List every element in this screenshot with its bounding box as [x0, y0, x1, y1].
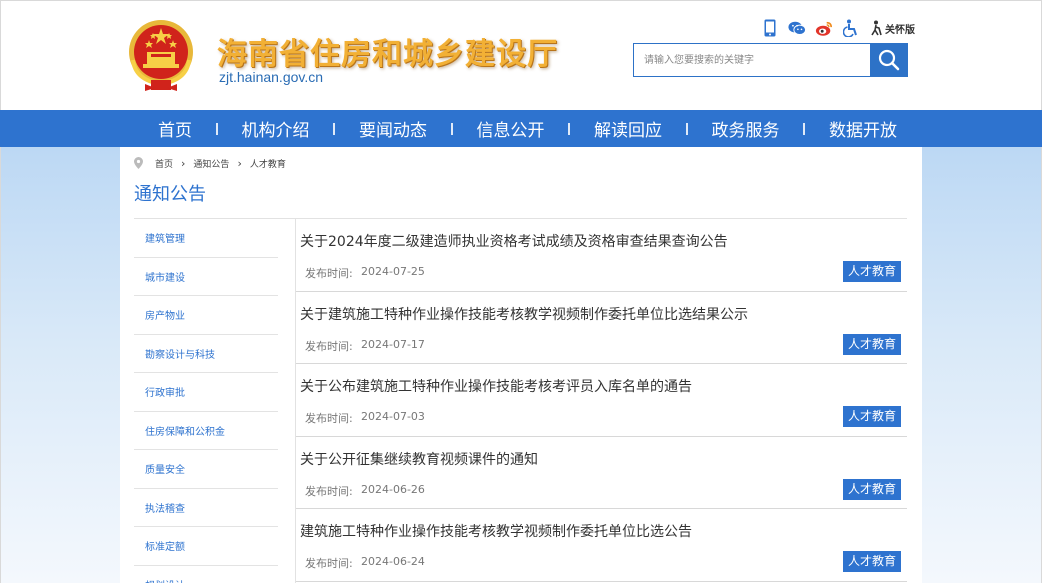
sidebar-item-urban-construction[interactable]: 城市建设: [134, 258, 278, 296]
accessibility-icon[interactable]: [842, 18, 860, 38]
elder-care-icon: [871, 20, 882, 36]
category-tag[interactable]: 人才教育: [842, 551, 901, 572]
sidebar: 建筑管理 城市建设 房产物业 勘察设计与科技 行政审批 住房保障和公积金 质量安…: [134, 219, 278, 583]
nav-divider: [685, 122, 688, 135]
notice-title[interactable]: 关于建筑施工特种作业操作技能考核教学视频制作委托单位比选结果公示: [300, 304, 748, 324]
sidebar-item-quality-safety[interactable]: 质量安全: [134, 450, 278, 489]
date-label: 发布时间:: [305, 412, 353, 425]
notice-date: 2024-07-03: [361, 410, 425, 423]
notice-title[interactable]: 关于2024年度二级建造师执业资格考试成绩及资格审查结果查询公告: [300, 231, 728, 251]
breadcrumb-home[interactable]: 首页: [155, 157, 173, 170]
notice-date: 2024-06-26: [361, 482, 425, 496]
nav-divider: [568, 122, 571, 135]
notice-title[interactable]: 关于公布建筑施工特种作业操作技能考核考评员入库名单的通告: [300, 376, 692, 396]
date-label: 发布时间:: [305, 267, 353, 280]
notice-title[interactable]: 关于公开征集继续教育视频课件的通知: [300, 449, 538, 469]
nav-item-home[interactable]: 首页: [119, 116, 192, 141]
notice-date: 2024-07-25: [361, 265, 425, 278]
nav-item-about[interactable]: 机构介绍: [242, 116, 310, 141]
nav-divider: [215, 122, 218, 135]
notice-date: 2024-06-24: [361, 555, 425, 568]
date-label: 发布时间:: [305, 557, 353, 570]
header-tools: 关怀版: [761, 17, 915, 39]
nav-item-interpretation[interactable]: 解读回应: [594, 116, 662, 141]
nav-divider: [803, 122, 806, 135]
category-tag[interactable]: 人才教育: [842, 261, 901, 282]
weibo-icon[interactable]: [815, 18, 833, 38]
list-item[interactable]: 关于公布建筑施工特种作业操作技能考核考评员入库名单的通告 发布时间: 2024-…: [296, 364, 907, 437]
nav-item-open-data[interactable]: 数据开放: [829, 116, 921, 141]
site-header: 海南省住房和城乡建设厅 zjt.hainan.gov.cn 关怀版: [0, 0, 1042, 110]
sidebar-item-administrative-approval[interactable]: 行政审批: [134, 373, 278, 412]
nav-divider: [333, 122, 336, 135]
list-item[interactable]: 建筑施工特种作业操作技能考核教学视频制作委托单位比选公告 发布时间: 2024-…: [296, 509, 907, 582]
care-mode-label: 关怀版: [885, 24, 915, 36]
nav-item-disclosure[interactable]: 信息公开: [477, 116, 545, 141]
category-tag[interactable]: 人才教育: [842, 333, 901, 355]
national-emblem-icon[interactable]: [125, 18, 197, 92]
list-item[interactable]: 关于建筑施工特种作业操作技能考核教学视频制作委托单位比选结果公示 发布时间: 2…: [296, 292, 907, 364]
sidebar-item-housing-security[interactable]: 住房保障和公积金: [134, 412, 278, 450]
sidebar-item-standard-quota[interactable]: 标准定额: [134, 527, 278, 566]
date-label: 发布时间:: [305, 339, 353, 353]
sidebar-item-real-estate[interactable]: 房产物业: [134, 296, 278, 335]
chevron-right-icon: ›: [237, 156, 242, 170]
notice-list: 关于2024年度二级建造师执业资格考试成绩及资格审查结果查询公告 发布时间: 2…: [296, 219, 907, 582]
site-url: zjt.hainan.gov.cn: [219, 69, 324, 85]
search-input[interactable]: [633, 43, 870, 77]
wechat-icon[interactable]: [788, 18, 806, 38]
nav-divider: [450, 122, 453, 135]
nav-item-services[interactable]: 政务服务: [712, 116, 780, 141]
sidebar-item-building-management[interactable]: 建筑管理: [134, 219, 278, 258]
search-bar: [633, 43, 908, 77]
location-pin-icon: [134, 157, 143, 169]
care-mode-button[interactable]: 关怀版: [869, 20, 915, 36]
category-tag[interactable]: 人才教育: [842, 406, 901, 427]
notice-title[interactable]: 建筑施工特种作业操作技能考核教学视频制作委托单位比选公告: [300, 521, 692, 541]
breadcrumb: 首页 › 通知公告 › 人才教育: [134, 156, 286, 170]
page-title: 通知公告: [134, 184, 206, 205]
date-label: 发布时间:: [305, 484, 353, 498]
main-nav: 首页 机构介绍 要闻动态 信息公开 解读回应 政务服务 数据开放: [0, 110, 1042, 147]
breadcrumb-notices[interactable]: 通知公告: [193, 157, 229, 170]
category-tag[interactable]: 人才教育: [842, 478, 901, 500]
nav-item-news[interactable]: 要闻动态: [359, 116, 427, 141]
sidebar-item-planning-design[interactable]: 规划设计: [134, 566, 278, 583]
search-button[interactable]: [870, 43, 908, 77]
chevron-right-icon: ›: [181, 156, 186, 170]
list-item[interactable]: 关于2024年度二级建造师执业资格考试成绩及资格审查结果查询公告 发布时间: 2…: [296, 219, 907, 292]
notice-date: 2024-07-17: [361, 337, 425, 351]
search-icon: [878, 49, 900, 71]
sidebar-item-survey-design[interactable]: 勘察设计与科技: [134, 335, 278, 373]
list-item[interactable]: 关于公开征集继续教育视频课件的通知 发布时间: 2024-06-26 人才教育: [296, 437, 907, 509]
mobile-icon[interactable]: [761, 18, 779, 38]
site-title[interactable]: 海南省住房和城乡建设厅: [217, 29, 558, 73]
breadcrumb-current: 人才教育: [249, 159, 286, 170]
sidebar-item-law-enforcement[interactable]: 执法稽查: [134, 489, 278, 527]
